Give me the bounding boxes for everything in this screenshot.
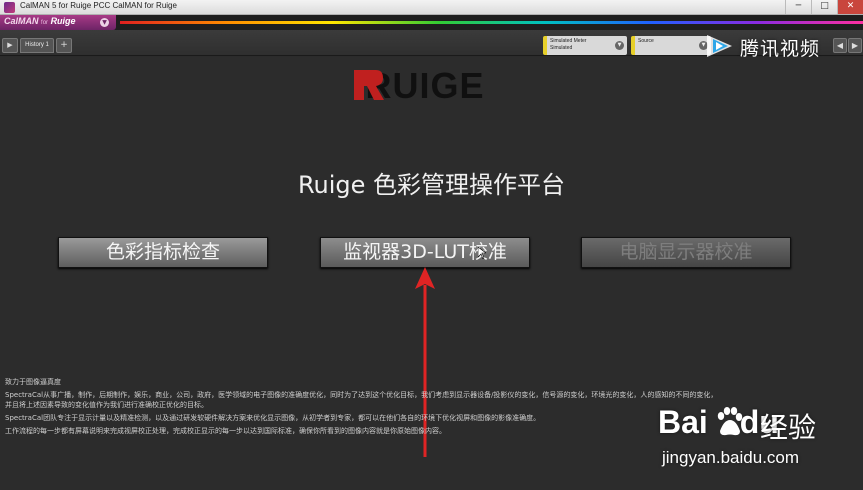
chevron-down-icon[interactable]: ▼ <box>100 18 109 27</box>
description-line: SpectraCal从事广播，制作，后期制作，娱乐，商业，公司，政府，医学领域的… <box>5 391 718 399</box>
meter-value: Simulated <box>550 45 573 51</box>
minimize-button[interactable]: ─ <box>785 0 811 14</box>
color-check-button[interactable]: 色彩指标检查 <box>58 237 268 268</box>
meter-label: Simulated Meter <box>550 38 587 44</box>
title-bar: CalMAN 5 for Ruige PCC CalMAN for Ruige … <box>0 0 863 15</box>
maximize-button[interactable]: □ <box>811 0 837 14</box>
tencent-video-logo-icon <box>707 35 732 57</box>
baidu-jingyan-text: 经验 <box>760 411 817 444</box>
baidu-jingyan-watermark: Bai du 经验 jingyan.baidu.com <box>658 404 858 490</box>
add-tab-button[interactable]: + <box>56 38 72 53</box>
app-icon <box>4 2 15 13</box>
source-selector[interactable]: Source ▼ <box>631 36 711 55</box>
svg-text:RUIGE: RUIGE <box>365 67 484 103</box>
menu-strip: CalMAN for Ruige ▼ <box>0 15 863 30</box>
pc-monitor-calibration-button: 电脑显示器校准 <box>581 237 791 268</box>
chevron-down-icon: ▼ <box>615 41 624 50</box>
baidu-paw-icon <box>717 407 743 436</box>
calman-menu-button[interactable]: CalMAN for Ruige ▼ <box>0 15 116 30</box>
play-icon[interactable]: ▶ <box>2 38 18 53</box>
mouse-cursor-icon <box>478 247 486 259</box>
tab-history-1[interactable]: History 1 <box>20 38 54 53</box>
calman-menu-label: CalMAN for Ruige <box>4 16 76 26</box>
page-title: Ruige 色彩管理操作平台 <box>297 171 566 199</box>
next-arrow-icon[interactable]: ▶ <box>848 38 862 53</box>
source-label: Source <box>638 38 654 44</box>
meter-selector[interactable]: Simulated Meter Simulated ▼ <box>543 36 627 55</box>
window-title: CalMAN 5 for Ruige PCC CalMAN for Ruige <box>20 1 177 10</box>
rainbow-bar <box>120 21 863 24</box>
ruige-logo: RUIGE <box>354 67 484 103</box>
close-button[interactable]: ✕ <box>837 0 863 14</box>
monitor-3dlut-button[interactable]: 监视器3D-LUT校准 <box>320 237 530 268</box>
baidu-url-text: jingyan.baidu.com <box>662 448 800 467</box>
description-heading: 致力于图像逼真度 <box>5 378 61 386</box>
